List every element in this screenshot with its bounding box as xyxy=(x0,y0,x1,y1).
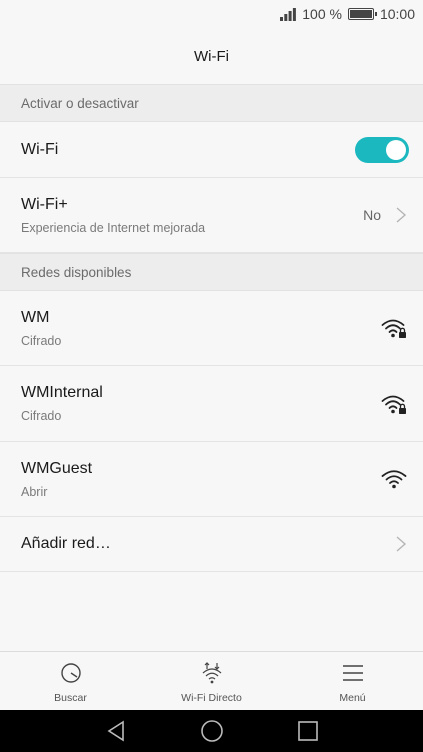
recents-button[interactable] xyxy=(260,720,356,742)
network-item-wm[interactable]: WM Cifrado xyxy=(0,291,423,366)
signal-icon xyxy=(280,7,297,21)
add-network-row[interactable]: Añadir red… xyxy=(0,517,423,572)
wifi-plus-row[interactable]: Wi-Fi+ Experiencia de Internet mejorada … xyxy=(0,178,423,253)
wifi-settings-screen: 100 % 10:00 Wi-Fi Activar o desactivar W… xyxy=(0,0,423,752)
menu-button[interactable]: Menú xyxy=(282,652,423,710)
back-button[interactable] xyxy=(68,720,164,742)
wifi-locked-icon xyxy=(381,319,406,338)
clock: 10:00 xyxy=(379,6,415,22)
section-header-toggle: Activar o desactivar xyxy=(0,84,423,122)
network-name: WMInternal xyxy=(21,384,103,401)
search-label: Buscar xyxy=(54,692,87,704)
wifi-direct-icon xyxy=(202,662,221,684)
chevron-right-icon xyxy=(396,207,407,223)
refresh-icon xyxy=(60,663,81,683)
menu-icon xyxy=(342,665,363,681)
bottom-action-bar: Buscar Wi-Fi Directo Menú xyxy=(0,651,423,710)
network-security: Abrir xyxy=(21,484,48,499)
wifi-toggle-switch[interactable] xyxy=(355,136,409,163)
home-button[interactable] xyxy=(164,719,260,743)
network-name: WMGuest xyxy=(21,459,93,477)
toggle-knob xyxy=(386,139,406,160)
search-button[interactable]: Buscar xyxy=(0,652,141,710)
battery-icon xyxy=(347,8,377,20)
home-icon xyxy=(200,720,223,742)
wifi-plus-label: Wi-Fi+ xyxy=(21,195,68,213)
wifi-plus-subtitle: Experiencia de Internet mejorada xyxy=(21,220,206,235)
system-nav-bar xyxy=(0,710,423,752)
back-icon xyxy=(107,720,124,742)
menu-label: Menú xyxy=(339,692,366,704)
wifi-icon xyxy=(381,470,407,489)
wifi-direct-button[interactable]: Wi-Fi Directo xyxy=(141,652,282,710)
network-item-wmguest[interactable]: WMGuest Abrir xyxy=(0,442,423,517)
wifi-plus-value: No xyxy=(363,207,381,223)
add-network-label: Añadir red… xyxy=(21,535,111,552)
status-bar: 100 % 10:00 xyxy=(0,0,423,28)
wifi-label: Wi-Fi xyxy=(21,140,59,158)
network-name: WM xyxy=(21,308,50,326)
wifi-toggle-row[interactable]: Wi-Fi xyxy=(0,122,423,178)
wifi-locked-icon xyxy=(381,395,406,414)
recents-icon xyxy=(297,721,318,741)
section-header-networks: Redes disponibles xyxy=(0,253,423,291)
network-security: Cifrado xyxy=(21,333,62,348)
battery-percent: 100 % xyxy=(302,6,342,22)
network-item-wminternal[interactable]: WMInternal Cifrado xyxy=(0,366,423,442)
chevron-right-icon xyxy=(396,536,407,552)
wifi-direct-label: Wi-Fi Directo xyxy=(181,692,242,704)
page-title: Wi-Fi xyxy=(194,47,229,65)
network-security: Cifrado xyxy=(21,409,62,423)
